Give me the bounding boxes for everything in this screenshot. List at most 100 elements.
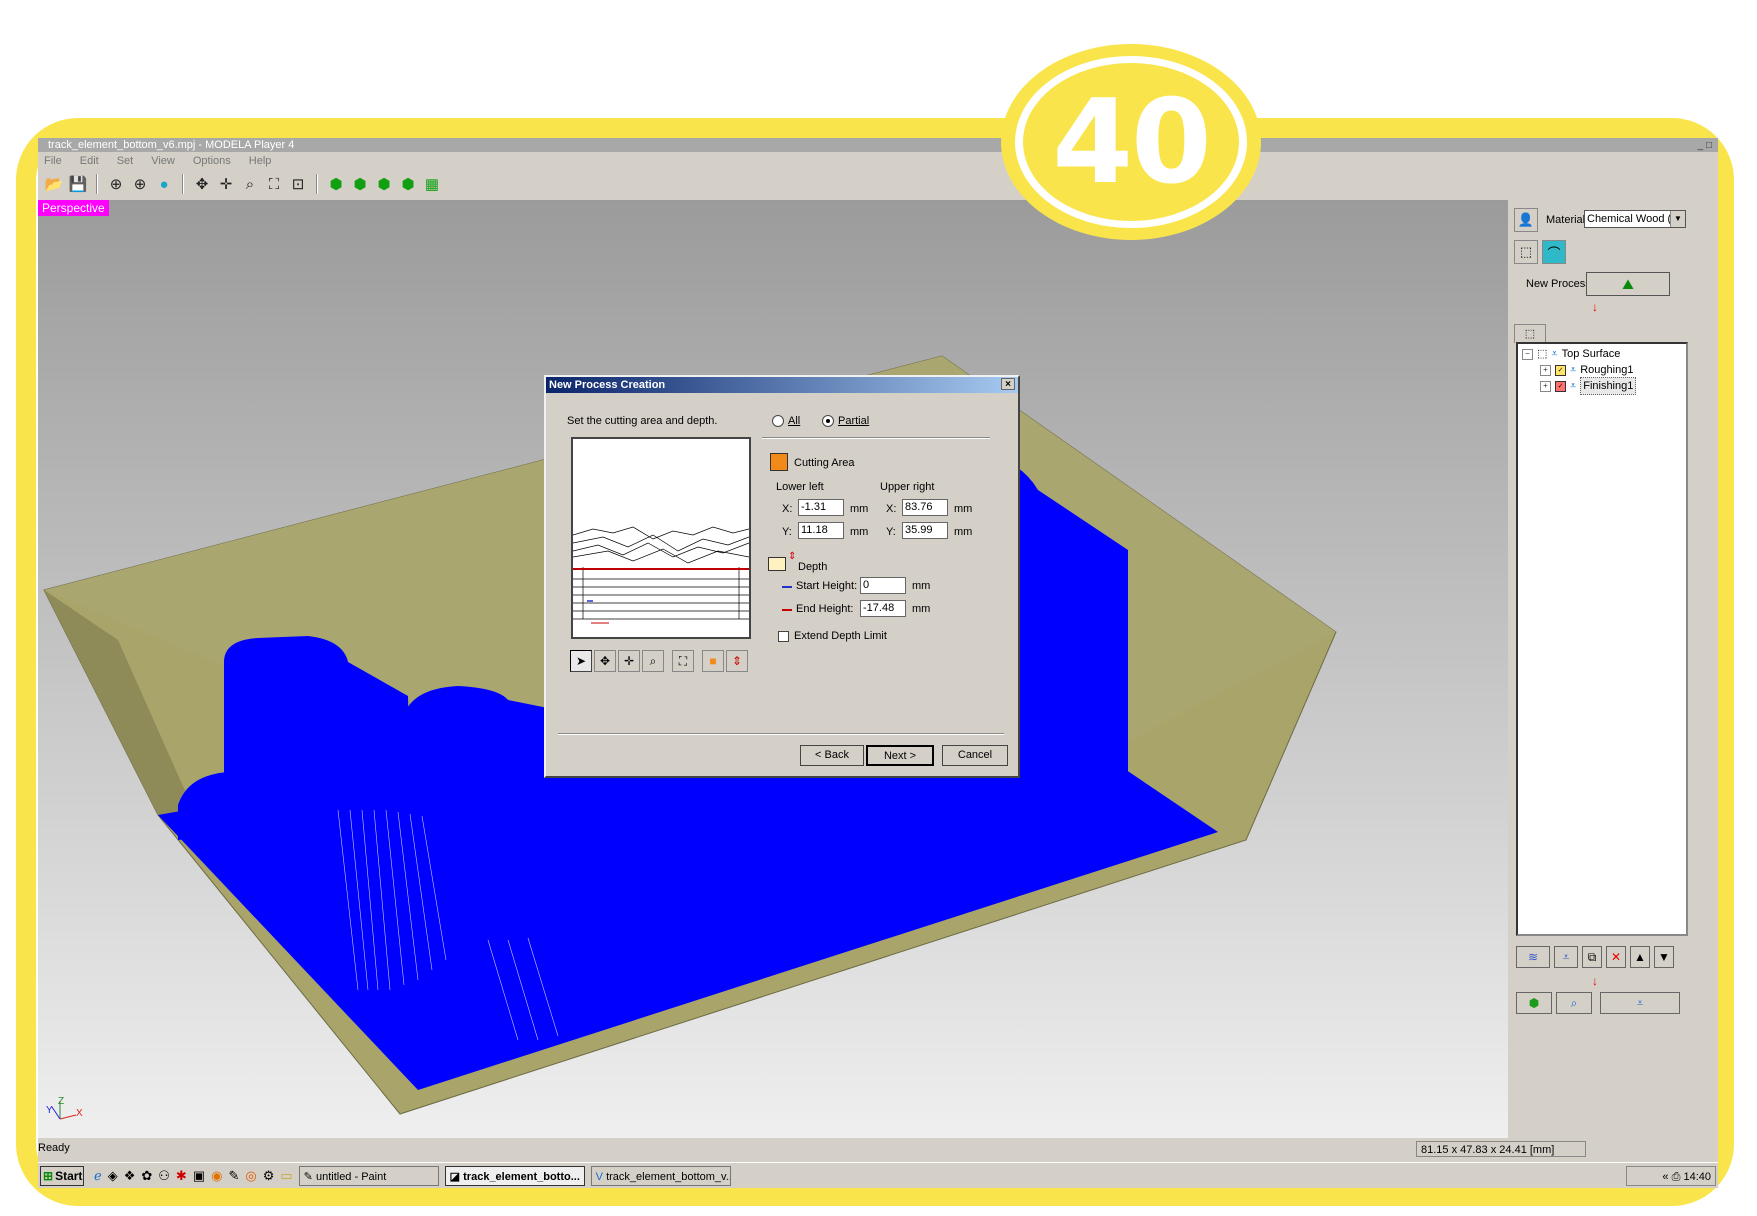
depth-arrow-icon: ⇕ (788, 551, 797, 562)
cutting-area-label: Cutting Area (794, 457, 855, 469)
app-icon[interactable]: ⚙ (263, 1168, 275, 1184)
folder-icon[interactable]: ▭ (280, 1168, 292, 1184)
open-icon[interactable]: 📂 (44, 174, 64, 194)
axis-z-label: Z (58, 1096, 65, 1107)
view-iso-icon[interactable]: ⬢ (326, 174, 346, 194)
ie-icon[interactable]: ℯ (94, 1168, 102, 1184)
fit-view-icon[interactable]: ⛶ (264, 174, 284, 194)
menu-edit[interactable]: Edit (80, 152, 99, 170)
area-preview[interactable] (571, 437, 751, 639)
tree-item-finishing[interactable]: + ✓ ⩡ Finishing1 (1540, 377, 1637, 395)
app-icon[interactable]: ✱ (176, 1168, 187, 1184)
upper-right-y-input[interactable]: 35.99 (902, 522, 948, 539)
window-controls[interactable]: _ □ (1698, 139, 1712, 153)
tree-item-roughing[interactable]: + ✓ ⩡ Roughing1 (1540, 362, 1633, 378)
lower-left-x-input[interactable]: -1.31 (798, 499, 844, 516)
radio-all[interactable]: All (772, 415, 800, 428)
firefox-icon[interactable]: ◎ (245, 1168, 256, 1184)
collapse-icon[interactable]: − (1522, 348, 1533, 360)
surface-icon[interactable]: ⌒ (1542, 240, 1566, 264)
preview-cut-icon[interactable]: ⬢ (1516, 992, 1552, 1014)
next-button[interactable]: Next > (866, 745, 934, 766)
app-icon[interactable]: ✎ (228, 1168, 239, 1184)
chevron-down-icon[interactable]: ▼ (1670, 211, 1685, 227)
view-top-icon[interactable]: ⬢ (350, 174, 370, 194)
move-icon[interactable]: ✛ (216, 174, 236, 194)
edit-process-icon[interactable]: ⩡ (1554, 946, 1578, 968)
back-button[interactable]: < Back (800, 745, 864, 766)
zoom-icon[interactable]: ⌕ (240, 174, 260, 194)
cut-button[interactable]: ⩡ (1600, 992, 1680, 1014)
pan-icon[interactable]: ✛ (618, 650, 640, 672)
depth-icon (768, 557, 786, 571)
checkbox-icon[interactable]: ✓ (1555, 380, 1566, 392)
view-side-icon[interactable]: ⬢ (398, 174, 418, 194)
fit-icon[interactable]: ⛶ (672, 650, 694, 672)
menu-options[interactable]: Options (193, 152, 231, 170)
save-icon[interactable]: 💾 (68, 174, 88, 194)
upper-right-x-input[interactable]: 83.76 (902, 499, 948, 516)
task-paint[interactable]: ✎ untitled - Paint (298, 1166, 439, 1186)
lower-left-y-input[interactable]: 11.18 (798, 522, 844, 539)
printer-icon[interactable]: ⎙ (1672, 1171, 1681, 1183)
delete-icon[interactable]: ✕ (1606, 946, 1626, 968)
depth-tool-icon[interactable]: ⇕ (726, 650, 748, 672)
zoom-icon[interactable]: ⌕ (642, 650, 664, 672)
material-select[interactable]: Chemical Wood (Sc ▼ (1584, 210, 1686, 228)
task-vpanel[interactable]: V track_element_bottom_v... (590, 1166, 731, 1186)
view-multi-icon[interactable]: ▦ (422, 174, 442, 194)
menu-help[interactable]: Help (249, 152, 272, 170)
modela-icon: ◪ (449, 1171, 461, 1183)
system-tray: « ⎙ 14:40 (1626, 1166, 1716, 1186)
app-icon[interactable]: ❖ (124, 1168, 136, 1184)
center-view-icon[interactable]: ⊕ (130, 174, 150, 194)
python-icon[interactable]: ⚇ (158, 1168, 170, 1184)
start-button[interactable]: ⊞ Start (40, 1166, 84, 1186)
new-process-button[interactable]: ⛰ (1586, 272, 1670, 296)
status-text: Ready (38, 1142, 70, 1154)
pointer-icon[interactable]: ➤ (570, 650, 592, 672)
menu-file[interactable]: File (44, 152, 62, 170)
quick-launch: ℯ ◈ ❖ ✿ ⚇ ✱ ▣ ◉ ✎ ◎ ⚙ ▭ (94, 1168, 293, 1184)
render-sphere-icon[interactable]: ● (154, 174, 174, 194)
move-down-icon[interactable]: ▼ (1654, 946, 1674, 968)
start-height-input[interactable]: 0 (860, 577, 906, 594)
pan-icon[interactable]: ✥ (192, 174, 212, 194)
roughing-icon: ⩡ (1570, 364, 1577, 376)
copy-icon[interactable]: ⧉ (1582, 946, 1602, 968)
preview-zoom-icon[interactable]: ⌕ (1556, 992, 1592, 1014)
rotate-icon[interactable]: ✥ (594, 650, 616, 672)
rotate-view-icon[interactable]: ⊕ (106, 174, 126, 194)
tree-root[interactable]: − ⬚ ⩡ Top Surface (1522, 346, 1620, 362)
toolpath-icon[interactable]: ≋ (1516, 946, 1550, 968)
app-icon[interactable]: ▣ (193, 1168, 205, 1184)
toolbar-separator (182, 174, 184, 194)
start-label: Start (55, 1169, 83, 1183)
extend-depth-checkbox[interactable] (778, 631, 789, 642)
tab-process-tree[interactable]: ⬚ (1514, 324, 1546, 343)
stock-box-icon[interactable]: ⬚ (1514, 240, 1538, 264)
checkbox-icon[interactable]: ✓ (1555, 364, 1566, 376)
blender-icon[interactable]: ◉ (211, 1168, 222, 1184)
move-up-icon[interactable]: ▲ (1630, 946, 1650, 968)
cutting-area-tool-icon[interactable]: ■ (702, 650, 724, 672)
user-icon[interactable]: 👤 (1514, 208, 1538, 232)
process-tree[interactable]: − ⬚ ⩡ Top Surface + ✓ ⩡ Roughing1 + ✓ ⩡ … (1516, 342, 1688, 936)
view-front-icon[interactable]: ⬢ (374, 174, 394, 194)
menu-set[interactable]: Set (117, 152, 134, 170)
task-modela[interactable]: ◪ track_element_botto... (444, 1166, 585, 1186)
close-icon[interactable]: × (1001, 378, 1015, 390)
menu-view[interactable]: View (151, 152, 175, 170)
app-icon[interactable]: ◈ (108, 1168, 118, 1184)
tray-chevron[interactable]: « (1662, 1171, 1668, 1183)
radio-circle[interactable] (772, 415, 784, 428)
end-height-input[interactable]: -17.48 (860, 600, 906, 617)
cancel-button[interactable]: Cancel (942, 745, 1008, 766)
expand-icon[interactable]: + (1540, 364, 1551, 376)
app-icon[interactable]: ✿ (141, 1168, 152, 1184)
unit-label: mm (954, 503, 973, 515)
expand-icon[interactable]: + (1540, 380, 1551, 392)
radio-partial[interactable]: Partial (822, 415, 869, 428)
zoom-window-icon[interactable]: ⊡ (288, 174, 308, 194)
radio-circle[interactable] (822, 415, 834, 428)
